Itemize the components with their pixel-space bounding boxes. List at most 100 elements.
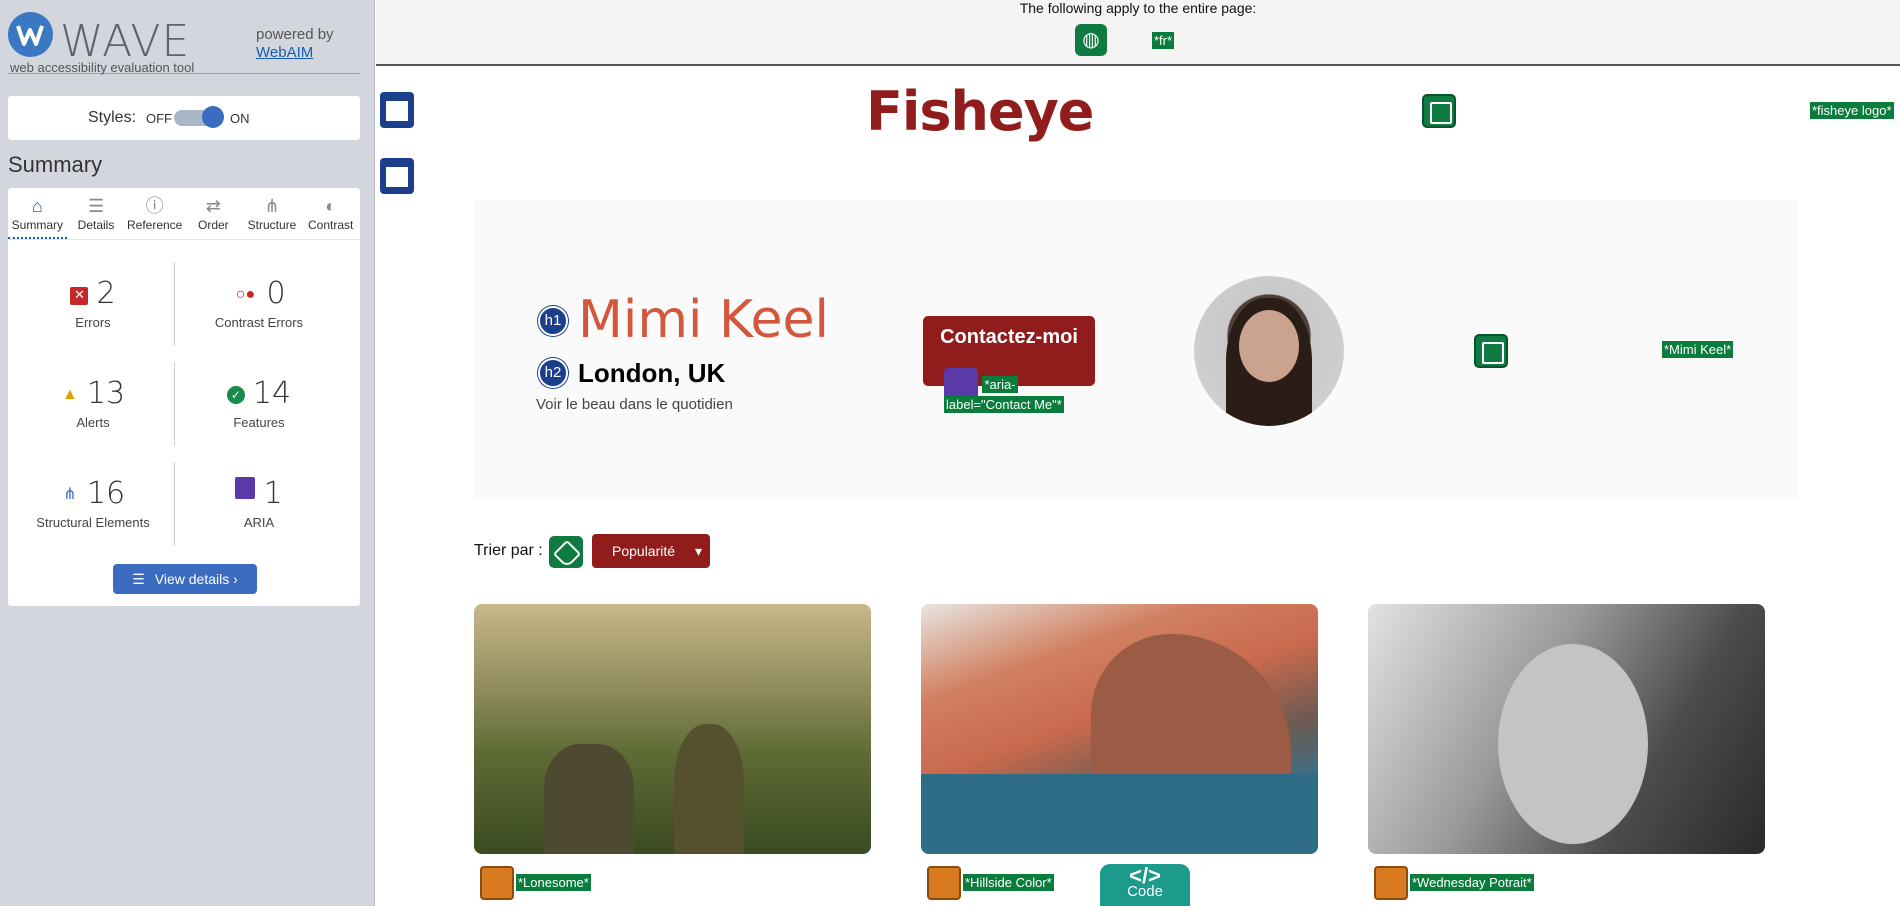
code-icon: </>	[1129, 863, 1161, 888]
features-label: Features	[233, 415, 285, 430]
tab-reference[interactable]: ⓘ Reference	[125, 188, 184, 239]
errors-count: 2	[96, 276, 116, 311]
header-region-icon[interactable]	[380, 92, 414, 128]
wave-logo-icon	[8, 12, 53, 57]
photographer-tagline: Voir le beau dans le quotidien	[536, 396, 733, 413]
image-icon[interactable]	[1422, 94, 1456, 128]
aria-tag-line1: *aria-	[982, 376, 1018, 394]
label-icon[interactable]	[549, 536, 583, 568]
styles-toggle-row: Styles: OFF ON	[8, 96, 360, 140]
contact-label: Contactez-moi	[940, 326, 1078, 348]
page-level-text: The following apply to the entire page:	[1019, 0, 1257, 16]
powered-by: powered by WebAIM	[256, 26, 334, 62]
page-level-bar: The following apply to the entire page: …	[376, 0, 1900, 66]
contrast-error-icon: ○●	[235, 284, 256, 303]
sort-label: Trier par :	[474, 542, 543, 559]
image-alert-icon[interactable]	[1374, 866, 1408, 900]
info-icon: ⓘ	[145, 196, 164, 216]
summary-panel: ✕ 2 Errors ○● 0 Contrast Errors ▲ 13 Alerts…	[8, 240, 360, 606]
h1-badge[interactable]: h1	[538, 306, 568, 336]
tab-structure[interactable]: ⋔ Structure	[243, 188, 302, 239]
styles-label: Styles:	[88, 109, 137, 126]
caption-tag: *Wednesday Potrait*	[1410, 874, 1534, 892]
sort-select[interactable]: Popularité	[592, 534, 710, 568]
image-icon[interactable]	[1474, 334, 1508, 368]
contrast-errors-stat[interactable]: ○● 0 Contrast Errors	[174, 276, 344, 330]
features-stat[interactable]: ✓ 14 Features	[174, 376, 344, 430]
errors-label: Errors	[75, 315, 111, 330]
view-details-button[interactable]: ☰ View details ›	[113, 564, 257, 594]
errors-stat[interactable]: ✕ 2 Errors	[8, 276, 178, 330]
tab-order[interactable]: ⇄ Order	[184, 188, 243, 239]
main-region-icon[interactable]	[380, 158, 414, 194]
powered-by-text: powered by	[256, 26, 334, 43]
alerts-label: Alerts	[76, 415, 110, 430]
photo-hillside-color[interactable]	[921, 604, 1318, 854]
fisheye-logo[interactable]: Fisheye	[866, 80, 1094, 143]
contrast-icon: ◐	[325, 196, 337, 216]
tab-details[interactable]: ☰ Details	[67, 188, 126, 239]
order-icon: ⇄	[205, 196, 221, 216]
tab-contrast[interactable]: ◐ Contrast	[301, 188, 360, 239]
photographer-header: h1 Mimi Keel h2 London, UK Voir le beau …	[474, 200, 1798, 500]
photo-lonesome[interactable]	[474, 604, 871, 854]
wave-sidebar: WAVE web accessibility evaluation tool p…	[0, 0, 375, 906]
tab-label: Order	[198, 218, 229, 232]
contrast-errors-count: 0	[266, 276, 286, 311]
aria-stat[interactable]: 1 ARIA	[174, 476, 344, 530]
code-button[interactable]: </> Code	[1100, 864, 1190, 906]
logo-alt-tag: *fisheye logo*	[1810, 102, 1894, 119]
wave-subtitle: web accessibility evaluation tool	[10, 60, 195, 75]
structural-label: Structural Elements	[36, 515, 150, 530]
h2-badge[interactable]: h2	[538, 358, 568, 388]
tab-label: Contrast	[308, 218, 354, 232]
home-icon: ⌂	[31, 196, 43, 216]
styles-on-label: ON	[230, 111, 250, 126]
styles-off-label: OFF	[146, 111, 172, 126]
styles-toggle-knob[interactable]	[202, 106, 224, 128]
code-label: Code	[1127, 883, 1163, 900]
structural-count: 16	[86, 476, 126, 511]
image-alert-icon[interactable]	[480, 866, 514, 900]
photographer-location: London, UK	[578, 358, 726, 388]
alerts-count: 13	[86, 376, 126, 411]
error-icon: ✕	[70, 287, 89, 305]
aria-annotation-line2: label="Contact Me"*	[944, 396, 1064, 414]
alert-icon: ▲	[61, 384, 78, 403]
photo-wednesday-portrait[interactable]	[1368, 604, 1765, 854]
wave-tabs: ⌂ Summary ☰ Details ⓘ Reference ⇄ Order …	[8, 188, 360, 240]
caption-lonesome: *Lonesome*	[480, 866, 591, 900]
language-icon[interactable]: ◍	[1075, 24, 1107, 56]
view-details-label: View details ›	[154, 571, 238, 587]
caption-tag: *Lonesome*	[516, 874, 591, 892]
alerts-stat[interactable]: ▲ 13 Alerts	[8, 376, 178, 430]
structure-icon: ⋔	[63, 484, 77, 503]
aria-icon	[235, 477, 256, 499]
wave-header: WAVE web accessibility evaluation tool p…	[8, 10, 360, 75]
tab-label: Reference	[126, 218, 183, 232]
features-count: 14	[252, 376, 292, 411]
structural-stat[interactable]: ⋔ 16 Structural Elements	[8, 476, 178, 530]
photographer-name: Mimi Keel	[578, 290, 829, 350]
aria-tag-line2: label="Contact Me"*	[944, 396, 1064, 413]
photographer-portrait	[1194, 276, 1344, 426]
aria-label: ARIA	[243, 515, 275, 530]
contrast-errors-label: Contrast Errors	[214, 315, 304, 330]
list-icon: ☰	[87, 196, 105, 216]
structure-icon: ⋔	[264, 196, 280, 216]
portrait-alt-tag: *Mimi Keel*	[1662, 341, 1734, 358]
aria-count: 1	[263, 476, 283, 511]
tab-label: Summary	[11, 218, 63, 232]
feature-icon: ✓	[226, 386, 245, 404]
caption-wednesday: *Wednesday Potrait*	[1374, 866, 1534, 900]
tab-label: Details	[77, 218, 115, 232]
image-alert-icon[interactable]	[927, 866, 961, 900]
tab-label: Structure	[247, 218, 297, 232]
evaluated-page: The following apply to the entire page: …	[376, 0, 1900, 906]
list-icon: ☰	[132, 571, 145, 587]
language-tag: *fr*	[1152, 32, 1175, 49]
caption-tag: *Hillside Color*	[963, 874, 1054, 892]
webaim-link[interactable]: WebAIM	[256, 44, 334, 62]
tab-summary[interactable]: ⌂ Summary	[8, 188, 67, 239]
caption-hillside: *Hillside Color*	[927, 866, 1054, 900]
